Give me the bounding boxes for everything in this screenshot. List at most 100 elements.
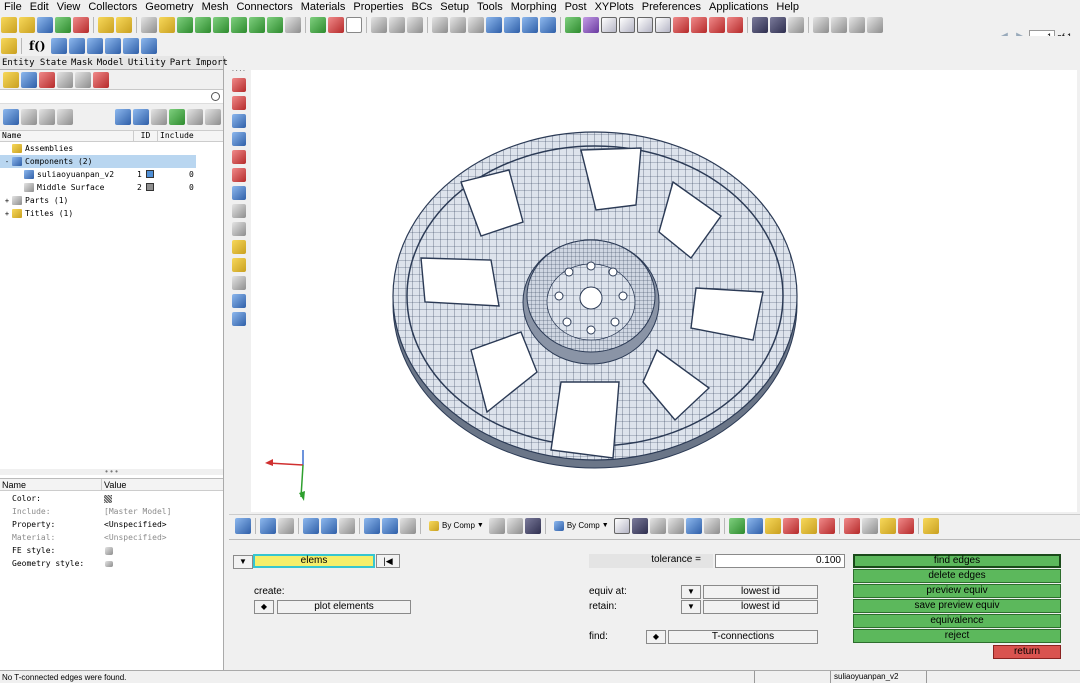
vector-icon[interactable] (800, 517, 817, 534)
tee-icon[interactable] (897, 517, 914, 534)
clip-icon[interactable] (583, 17, 599, 33)
report-icon[interactable] (788, 17, 804, 33)
tree-header-id[interactable]: ID (134, 131, 158, 141)
menu-item-bcs[interactable]: BCs (408, 0, 437, 14)
tree-expander[interactable]: + (2, 210, 12, 218)
copy-icon[interactable] (831, 17, 847, 33)
element-check-icon[interactable] (213, 17, 229, 33)
move-up-icon[interactable] (504, 17, 520, 33)
color-by-dropdown-1[interactable]: By Comp ▼ (428, 520, 484, 531)
page-layout-5-icon[interactable] (122, 38, 139, 54)
element-line-icon[interactable] (649, 517, 666, 534)
paste-icon[interactable] (849, 17, 865, 33)
close-icon[interactable] (843, 517, 860, 534)
wheel-mesh-model[interactable] (391, 120, 801, 480)
property-value[interactable]: [Master Model] (104, 507, 171, 516)
list-view-icon[interactable] (389, 17, 405, 33)
undo-view-icon[interactable] (339, 517, 355, 534)
display-none-icon[interactable] (39, 109, 55, 125)
view-right-icon[interactable] (673, 17, 689, 33)
tree-expander[interactable]: - (2, 158, 12, 166)
menu-item-preferences[interactable]: Preferences (638, 0, 705, 14)
cylinder-icon[interactable] (232, 312, 246, 326)
menu-item-tools[interactable]: Tools (473, 0, 507, 14)
numbers-icon[interactable] (232, 204, 246, 218)
return-button[interactable]: return (993, 645, 1061, 659)
fe-style-icon[interactable] (105, 546, 113, 555)
eye-hide-icon[interactable] (205, 109, 221, 125)
element-shade-icon[interactable] (613, 517, 630, 534)
folder-icon[interactable] (879, 517, 896, 534)
menu-item-applications[interactable]: Applications (705, 0, 772, 14)
move-down-icon[interactable] (522, 17, 538, 33)
tab-entity-state[interactable]: Entity State (0, 56, 69, 69)
undo-icon[interactable] (813, 17, 829, 33)
retain-chevron-down-icon[interactable]: ▼ (681, 600, 701, 614)
view-bottom-icon[interactable] (727, 17, 743, 33)
plot-elements-button[interactable]: plot elements (277, 600, 411, 614)
create-switch-icon[interactable]: ◆ (254, 600, 274, 614)
import-icon[interactable] (19, 17, 35, 33)
save-icon[interactable] (37, 17, 53, 33)
preview-equiv-button[interactable]: preview equiv (853, 584, 1061, 598)
delete-icon[interactable] (328, 17, 344, 33)
entity-chevron-down-icon[interactable]: ▼ (233, 555, 253, 569)
entity-view-icon[interactable] (57, 71, 73, 88)
solver-export-icon[interactable] (73, 17, 89, 33)
menu-item-morphing[interactable]: Morphing (507, 0, 561, 14)
entity-selector[interactable]: elems (253, 554, 375, 568)
sum-icon[interactable] (752, 17, 768, 33)
menu-item-file[interactable]: File (0, 0, 26, 14)
rotate-left-icon[interactable] (159, 17, 175, 33)
save-preview-equiv-button[interactable]: save preview equiv (853, 599, 1061, 613)
page-layout-1-icon[interactable] (50, 38, 67, 54)
menu-item-help[interactable]: Help (772, 0, 803, 14)
assembly-view-icon[interactable] (21, 71, 37, 88)
tab-part[interactable]: Part (168, 56, 194, 69)
plus-icon[interactable] (382, 517, 398, 534)
page-layout-6-icon[interactable] (140, 38, 157, 54)
view-side-icon[interactable] (655, 17, 671, 33)
graphics-area[interactable] (251, 70, 1077, 512)
plot-icon[interactable] (232, 222, 246, 236)
zoom-icon[interactable] (141, 17, 157, 33)
split-icon[interactable] (249, 17, 265, 33)
menu-item-setup[interactable]: Setup (436, 0, 473, 14)
equiv-at-chevron-down-icon[interactable]: ▼ (681, 585, 701, 599)
screen-icon[interactable] (703, 517, 720, 534)
constraint-icon[interactable] (782, 517, 799, 534)
geometry-wire-icon[interactable] (506, 517, 523, 534)
menu-item-xyplots[interactable]: XYPlots (591, 0, 638, 14)
page-layout-3-icon[interactable] (86, 38, 103, 54)
spin-icon[interactable] (540, 17, 556, 33)
equivalence-button[interactable]: equivalence (853, 614, 1061, 628)
menu-item-geometry[interactable]: Geometry (141, 0, 197, 14)
page-layout-4-icon[interactable] (104, 38, 121, 54)
page-layout-2-icon[interactable] (68, 38, 85, 54)
property-value[interactable]: <Unspecified> (104, 520, 167, 529)
tolerance-input[interactable]: 0.100 (715, 554, 845, 568)
pan-icon[interactable] (468, 17, 484, 33)
model-browser-icon[interactable] (116, 17, 132, 33)
link-icon[interactable] (278, 517, 294, 534)
delete-edges-button[interactable]: delete edges (853, 569, 1061, 583)
isolate-icon[interactable] (115, 109, 131, 125)
view-top-icon[interactable] (637, 17, 653, 33)
model-view-icon[interactable] (93, 71, 109, 88)
element-cube-icon[interactable] (631, 517, 648, 534)
pick-cursor-icon[interactable] (151, 109, 167, 125)
tree-item-assemblies[interactable]: Assemblies (0, 142, 223, 155)
sum-sigma-icon[interactable] (770, 17, 786, 33)
retain-dropdown[interactable]: lowest id (703, 600, 818, 614)
add-icon[interactable] (169, 109, 185, 125)
model-open-icon[interactable] (1, 17, 17, 33)
zoom-in-icon[interactable] (450, 17, 466, 33)
find-edges-button[interactable]: find edges (853, 554, 1061, 568)
tree-item-component-2[interactable]: Middle Surface 2 0 (0, 181, 223, 194)
element-diamond-icon[interactable] (667, 517, 684, 534)
box-select-icon[interactable] (346, 17, 362, 33)
zoom-window-icon[interactable] (432, 17, 448, 33)
tree-header-name[interactable]: Name (0, 131, 134, 141)
paste-special-icon[interactable] (867, 17, 883, 33)
group-icon[interactable] (861, 517, 878, 534)
